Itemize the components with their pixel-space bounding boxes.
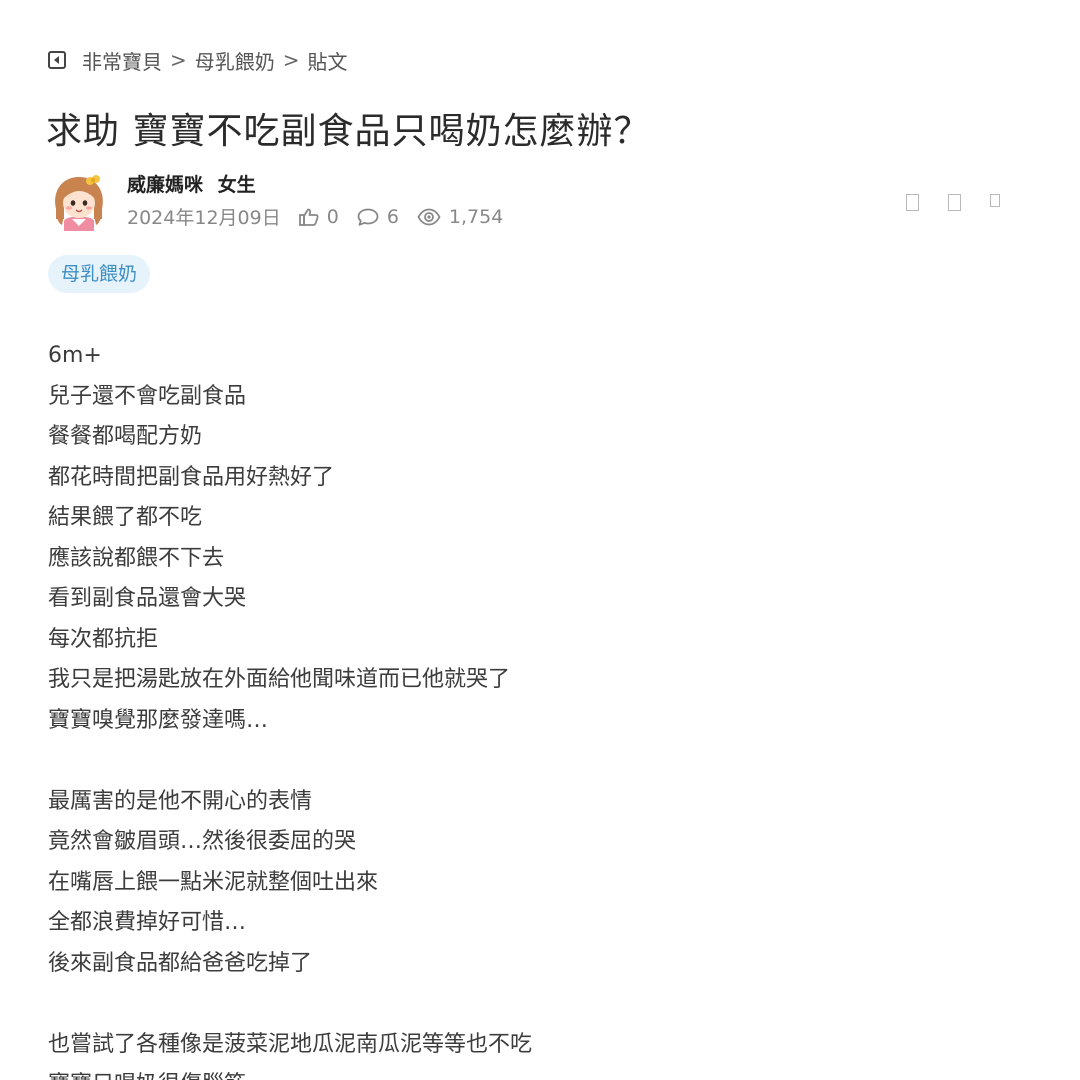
comment-bubble-icon (357, 208, 379, 226)
post-actions (906, 194, 1000, 211)
post-body-line: 看到副食品還會大哭 (48, 586, 247, 611)
post-body-line: 寶寶嗅覺那麼發達嗎… (48, 707, 269, 733)
bookmark-icon[interactable] (948, 194, 961, 211)
author-gender: 女生 (217, 174, 256, 196)
post-body-line: 每次都抗拒 (48, 626, 159, 652)
like-count: 0 (326, 205, 339, 228)
like-count-group[interactable]: 0 (298, 205, 339, 228)
author-info: 威廉媽咪 女生 (127, 170, 256, 197)
post-tag[interactable]: 母乳餵奶 (48, 255, 151, 293)
more-icon[interactable] (990, 194, 1000, 207)
post-body-line: 結果餵了都不吃 (48, 505, 203, 530)
breadcrumb-separator: > (282, 48, 300, 72)
post-body-line: 寶寶只喝奶很傷腦筋 (48, 1065, 1028, 1080)
post-body-line: 全都浪費掉好可惜… (48, 910, 247, 935)
post-body-line: 在嘴唇上餵一點米泥就整個吐出來 (48, 869, 379, 895)
breadcrumb-item-home[interactable]: 非常寶貝 (82, 46, 162, 75)
post-body-line: 餐餐都喝配方奶 (48, 424, 203, 449)
eye-icon (417, 208, 441, 225)
view-count: 1,754 (448, 205, 504, 228)
comment-count-group[interactable]: 6 (357, 206, 399, 228)
share-icon[interactable] (906, 194, 919, 211)
post-date: 2024年12月09日 (127, 207, 281, 229)
post-body-line: 6m+ (48, 343, 102, 368)
post-body-line: 應該說都餵不下去 (48, 545, 225, 571)
post-meta: 2024年12月09日 0 6 1,754 (127, 203, 521, 230)
post-body-line: 都花時間把副食品用好熱好了 (48, 464, 335, 490)
thumbs-up-icon (298, 208, 319, 226)
breadcrumb-item-category[interactable]: 母乳餵奶 (195, 46, 275, 75)
author-avatar[interactable] (48, 169, 110, 231)
post-body-line: 後來副食品都給爸爸吃掉了 (48, 950, 313, 976)
author-name[interactable]: 威廉媽咪 (127, 174, 203, 196)
post-body-line: 最厲害的是他不開心的表情 (48, 788, 313, 814)
view-count-group: 1,754 (417, 206, 503, 228)
breadcrumb-separator: > (170, 48, 187, 72)
back-arrow-icon[interactable] (48, 51, 66, 69)
post-body-line: 竟然會皺眉頭…然後很委屈的哭 (48, 829, 357, 854)
breadcrumb: 非常寶貝 > 母乳餵奶 > 貼文 (48, 46, 348, 74)
comment-count: 6 (386, 205, 399, 228)
post-body-line: 我只是把湯匙放在外面給他聞味道而已他就哭了 (48, 667, 511, 692)
post-body-line: 兒子還不會吃副食品 (48, 383, 247, 409)
post-body-line: 也嘗試了各種像是菠菜泥地瓜泥南瓜泥等等也不吃 (48, 1031, 533, 1057)
post-page: 非常寶貝 > 母乳餵奶 > 貼文 求助 寶寶不吃副食品只喝奶怎麼辦？ 威廉媽咪 (0, 0, 1080, 1080)
breadcrumb-item-current: 貼文 (307, 49, 348, 74)
post-content: 6m+ 兒子還不會吃副食品 餐餐都喝配方奶都花時間把副食品用好熱好了 結果餵了都不吃應… (48, 336, 1028, 1080)
post-title: 求助 寶寶不吃副食品只喝奶怎麼辦？ (46, 111, 651, 152)
